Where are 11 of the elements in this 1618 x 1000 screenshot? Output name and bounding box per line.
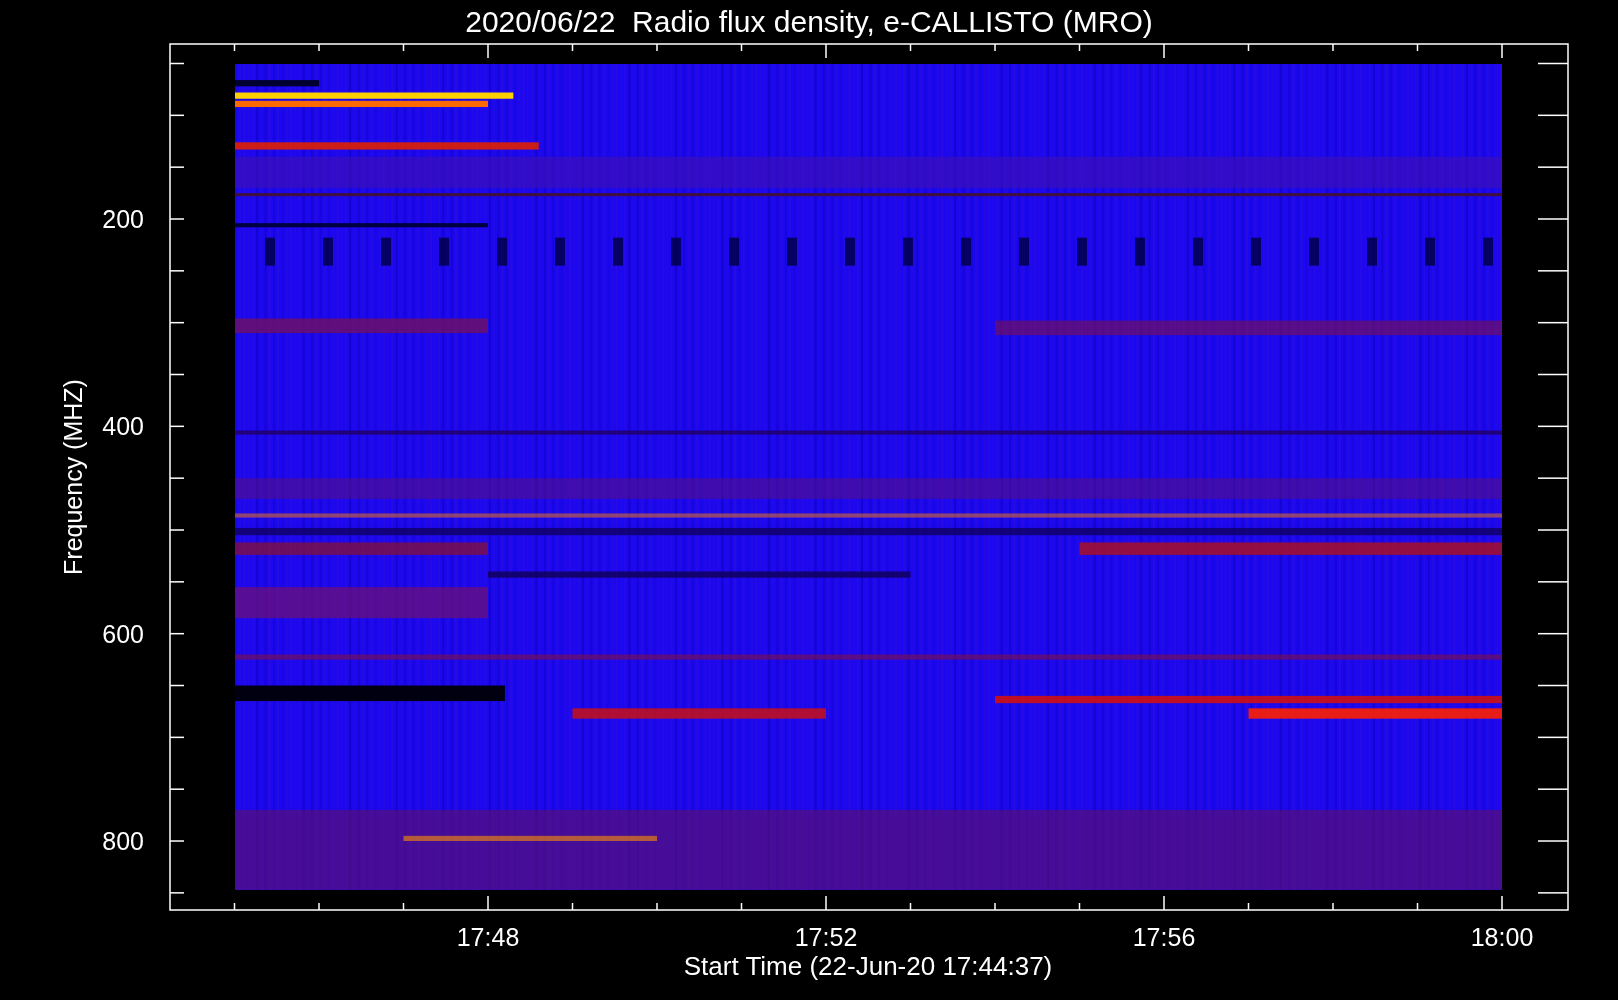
y-tick-label: 800 — [102, 827, 144, 855]
y-tick-label: 200 — [102, 205, 144, 233]
chart-title: 2020/06/22 Radio flux density, e-CALLISTO (MRO) — [465, 5, 1153, 38]
x-axis-label: Start Time (22-Jun-20 17:44:37) — [683, 951, 1053, 981]
x-tick-label: 17:48 — [456, 923, 520, 951]
x-tick-label: 18:00 — [1470, 923, 1534, 951]
y-tick-label: 600 — [102, 619, 144, 648]
y-tick-label: 400 — [102, 412, 144, 441]
x-tick-label: 17:52 — [794, 923, 858, 951]
x-tick-label: 17:56 — [1132, 923, 1196, 951]
y-axis-label: Frequency (MHZ) — [59, 379, 87, 575]
